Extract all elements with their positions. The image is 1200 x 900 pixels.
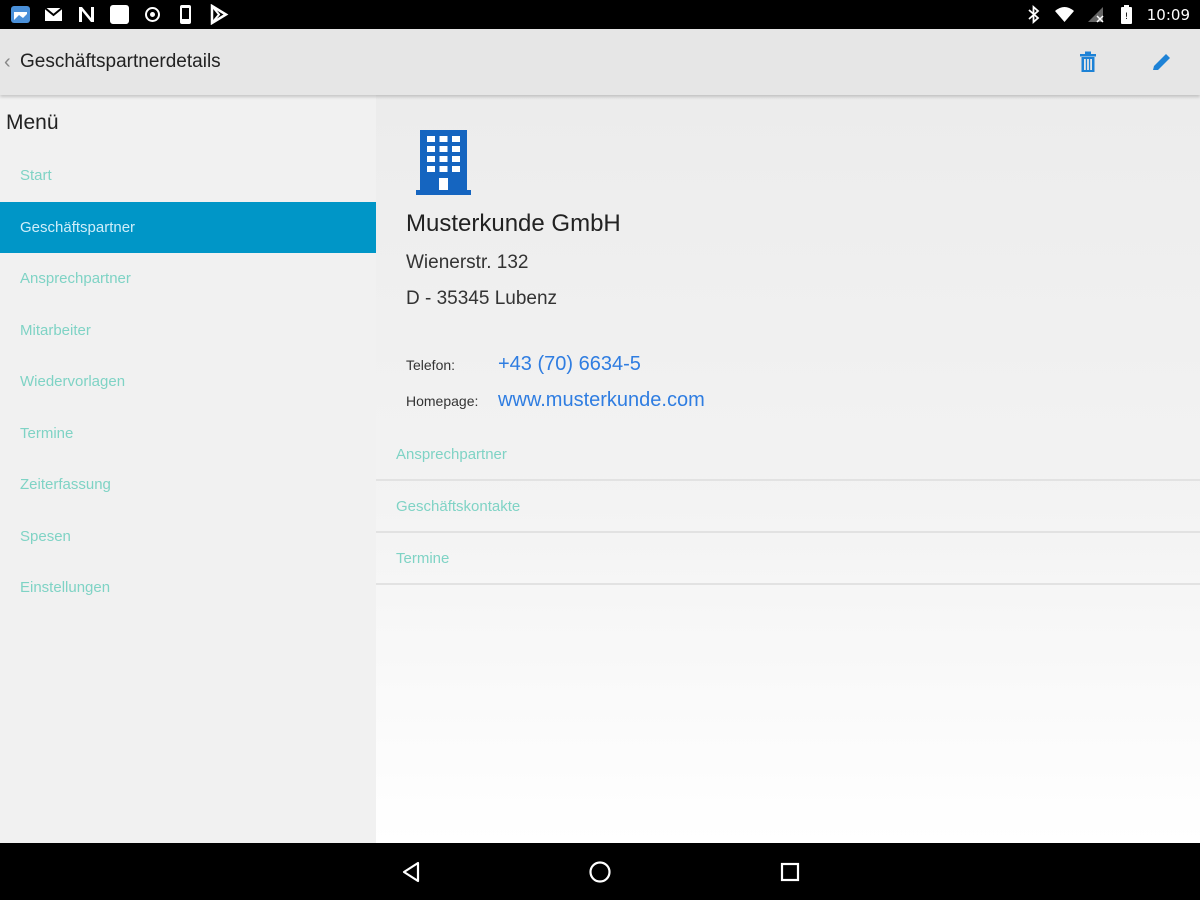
svg-text:!: ! — [1124, 12, 1128, 22]
related-sections: Ansprechpartner Geschäftskontakte Termin… — [376, 429, 1200, 585]
section-termine[interactable]: Termine — [376, 533, 1200, 585]
status-bar: ! 10:09 — [0, 0, 1200, 29]
homepage-link[interactable]: www.musterkunde.com — [498, 389, 705, 412]
trash-icon — [1080, 51, 1096, 72]
partner-detail-pane: Musterkunde GmbH Wienerstr. 132 D - 3534… — [376, 95, 1200, 843]
white-square-icon — [109, 4, 130, 25]
clock: 10:09 — [1146, 5, 1190, 24]
sidebar-item-mitarbeiter[interactable]: Mitarbeiter — [0, 305, 376, 357]
company-name: Musterkunde GmbH — [406, 210, 621, 237]
address-city: D - 35345 Lubenz — [406, 288, 558, 309]
sidebar-item-wiedervorlagen[interactable]: Wiedervorlagen — [0, 356, 376, 408]
section-ansprechpartner[interactable]: Ansprechpartner — [376, 429, 1200, 481]
n-app-icon — [76, 4, 97, 25]
sidebar-item-start[interactable]: Start — [0, 150, 376, 202]
building-icon — [416, 130, 471, 195]
section-geschaeftskontakte[interactable]: Geschäftskontakte — [376, 481, 1200, 533]
edit-button[interactable] — [1146, 46, 1178, 78]
sidebar-menu: Menü Start Geschäftspartner Ansprechpart… — [0, 95, 376, 843]
page-title: Geschäftspartnerdetails — [20, 51, 221, 72]
phone-icon — [175, 4, 196, 25]
sidebar-item-geschaeftspartner[interactable]: Geschäftspartner — [0, 201, 376, 253]
record-icon — [142, 4, 163, 25]
notification-icons — [10, 3, 229, 26]
phone-label: Telefon: — [406, 357, 456, 373]
delete-button[interactable] — [1072, 46, 1104, 78]
bluetooth-icon — [1023, 4, 1044, 25]
sidebar-item-spesen[interactable]: Spesen — [0, 511, 376, 563]
wifi-icon — [1054, 4, 1075, 25]
menu-list: Start Geschäftspartner Ansprechpartner M… — [0, 150, 376, 614]
no-sim-icon — [1085, 4, 1106, 25]
home-circle-icon[interactable] — [585, 857, 615, 887]
sidebar-item-termine[interactable]: Termine — [0, 408, 376, 460]
navigation-bar — [0, 843, 1200, 900]
system-icons: ! 10:09 — [1023, 4, 1190, 25]
gmail-icon — [43, 4, 64, 25]
sidebar-item-zeiterfassung[interactable]: Zeiterfassung — [0, 459, 376, 511]
gallery-notification-icon — [10, 4, 31, 25]
sidebar-item-einstellungen[interactable]: Einstellungen — [0, 562, 376, 614]
battery-icon: ! — [1116, 4, 1137, 25]
homepage-label: Homepage: — [406, 393, 479, 409]
pencil-icon — [1153, 54, 1170, 70]
play-store-icon — [208, 3, 229, 26]
address-street: Wienerstr. 132 — [406, 252, 529, 273]
back-chevron-icon[interactable]: ‹ — [4, 49, 16, 75]
back-triangle-icon[interactable] — [396, 857, 426, 887]
sidebar-item-ansprechpartner[interactable]: Ansprechpartner — [0, 253, 376, 305]
app-bar: ‹ Geschäftspartnerdetails — [0, 29, 1200, 95]
phone-link[interactable]: +43 (70) 6634-5 — [498, 353, 641, 376]
menu-title: Menü — [6, 111, 59, 134]
recents-square-icon[interactable] — [775, 857, 805, 887]
